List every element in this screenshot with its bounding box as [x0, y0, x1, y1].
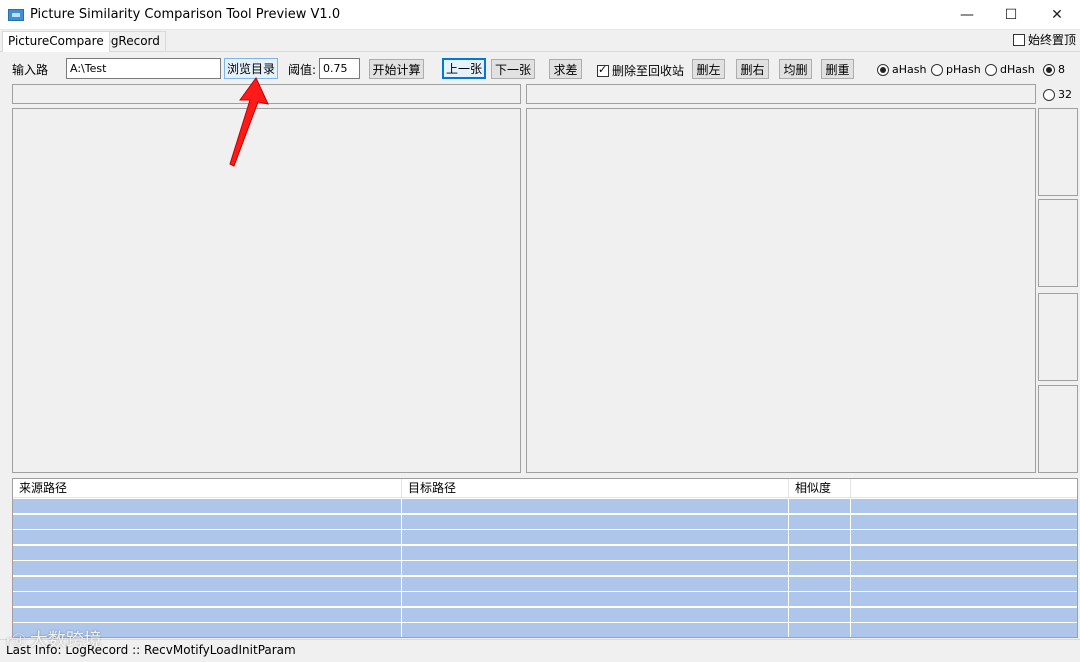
- radio-phash-label: pHash: [946, 63, 981, 76]
- table-cell: [789, 576, 851, 592]
- delete-duplicates-button[interactable]: 删重: [821, 59, 854, 79]
- table-cell: [789, 592, 851, 607]
- thumbnail-slot[interactable]: [1038, 293, 1078, 381]
- radio-ahash[interactable]: aHash: [877, 63, 926, 76]
- table-row[interactable]: [13, 561, 1077, 576]
- thumbnail-slot[interactable]: [1038, 385, 1078, 473]
- next-image-button[interactable]: 下一张: [491, 59, 535, 79]
- always-on-top-checkbox[interactable]: [1013, 33, 1025, 46]
- table-cell: [851, 623, 1077, 637]
- minimize-button[interactable]: —: [944, 0, 990, 30]
- table-cell: [789, 499, 851, 514]
- tab-divider: [0, 51, 1080, 52]
- radio-size-8-label: 8: [1058, 63, 1065, 76]
- table-cell: [402, 530, 789, 545]
- always-on-top-label: 始终置顶: [1028, 33, 1077, 47]
- table-cell: [851, 499, 1077, 514]
- previous-image-button[interactable]: 上一张: [442, 58, 486, 79]
- table-cell: [402, 576, 789, 592]
- threshold-label: 阈值:: [288, 63, 317, 77]
- input-path-label: 输入路: [12, 63, 49, 77]
- table-cell: [13, 499, 402, 514]
- diff-button[interactable]: 求差: [549, 59, 582, 79]
- radio-size-8-dot[interactable]: [1043, 63, 1055, 76]
- table-cell: [851, 515, 1077, 530]
- table-cell: [402, 545, 789, 561]
- column-header-source-path[interactable]: 来源路径: [13, 479, 402, 498]
- thumbnail-slot[interactable]: [1038, 108, 1078, 196]
- table-cell: [13, 514, 402, 530]
- table-cell: [851, 592, 1077, 607]
- table-cell: [402, 592, 789, 607]
- radio-ahash-dot[interactable]: [877, 63, 889, 76]
- table-row[interactable]: [13, 607, 1077, 623]
- delete-to-recycle-label: 删除至回收站: [612, 64, 685, 78]
- table-cell: [13, 561, 402, 576]
- radio-size-32-dot[interactable]: [1043, 88, 1055, 101]
- always-on-top-toggle[interactable]: 始终置顶: [1013, 31, 1076, 48]
- table-cell: [789, 545, 851, 561]
- table-cell: [789, 623, 851, 637]
- radio-dhash-label: dHash: [1000, 63, 1035, 76]
- delete-right-button[interactable]: 删右: [736, 59, 769, 79]
- table-row[interactable]: [13, 623, 1077, 637]
- watermark: rⓓ 大数跨境: [6, 630, 102, 651]
- right-image-panel: [526, 108, 1036, 473]
- radio-dhash-dot[interactable]: [985, 63, 997, 76]
- thumbnail-slot[interactable]: [1038, 199, 1078, 287]
- radio-size-32[interactable]: 32: [1043, 88, 1072, 101]
- radio-size-32-label: 32: [1058, 88, 1072, 101]
- close-button[interactable]: ✕: [1034, 0, 1080, 30]
- annotation-arrow-icon: [229, 77, 269, 167]
- right-image-path-bar: [526, 84, 1036, 104]
- column-header-extra[interactable]: [851, 479, 1077, 498]
- table-cell: [402, 514, 789, 530]
- table-cell: [13, 530, 402, 545]
- delete-both-button[interactable]: 均删: [779, 59, 812, 79]
- threshold-input[interactable]: 0.75: [319, 58, 360, 79]
- table-cell: [13, 576, 402, 592]
- input-path-field[interactable]: A:\Test: [66, 58, 221, 79]
- table-cell: [789, 561, 851, 576]
- delete-to-recycle-checkbox[interactable]: [597, 63, 609, 77]
- results-table[interactable]: 来源路径 目标路径 相似度: [12, 478, 1078, 638]
- table-header: 来源路径 目标路径 相似度: [13, 479, 1077, 498]
- radio-phash[interactable]: pHash: [931, 63, 981, 76]
- table-cell: [789, 514, 851, 530]
- table-row[interactable]: [13, 545, 1077, 561]
- table-row[interactable]: [13, 530, 1077, 545]
- table-cell: [851, 530, 1077, 545]
- table-cell: [402, 499, 789, 514]
- table-cell: [402, 623, 789, 637]
- column-header-similarity[interactable]: 相似度: [789, 479, 851, 498]
- table-cell: [851, 608, 1077, 623]
- table-cell: [851, 546, 1077, 561]
- table-cell: [851, 577, 1077, 592]
- table-row[interactable]: [13, 576, 1077, 592]
- radio-size-8[interactable]: 8: [1043, 63, 1065, 76]
- delete-left-button[interactable]: 删左: [692, 59, 725, 79]
- table-cell: [13, 545, 402, 561]
- delete-to-recycle-toggle[interactable]: 删除至回收站: [597, 62, 684, 79]
- column-header-target-path[interactable]: 目标路径: [402, 479, 789, 498]
- table-row[interactable]: [13, 592, 1077, 607]
- radio-dhash[interactable]: dHash: [985, 63, 1035, 76]
- table-cell: [789, 530, 851, 545]
- maximize-button[interactable]: ☐: [988, 0, 1034, 30]
- table-cell: [789, 607, 851, 623]
- table-cell: [402, 561, 789, 576]
- window-title: Picture Similarity Comparison Tool Previ…: [30, 7, 341, 22]
- table-cell: [13, 592, 402, 607]
- radio-phash-dot[interactable]: [931, 63, 943, 76]
- table-cell: [851, 561, 1077, 576]
- table-row[interactable]: [13, 514, 1077, 530]
- tab-picture-compare[interactable]: PictureCompare: [2, 31, 110, 52]
- start-compute-button[interactable]: 开始计算: [369, 59, 424, 79]
- radio-ahash-label: aHash: [892, 63, 927, 76]
- table-row[interactable]: [13, 499, 1077, 514]
- app-icon: [8, 9, 24, 21]
- table-cell: [402, 607, 789, 623]
- table-cell: [13, 607, 402, 623]
